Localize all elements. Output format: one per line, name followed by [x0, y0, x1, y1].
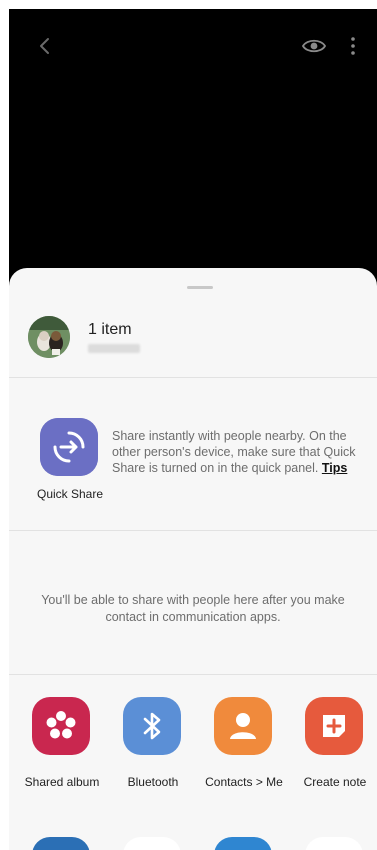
app-contacts-me[interactable]: Contacts > Me — [202, 697, 286, 807]
quick-share-description: Share instantly with people nearby. On t… — [112, 428, 368, 476]
app-label: Contacts > Me — [205, 775, 283, 789]
drag-handle[interactable] — [187, 286, 213, 289]
app-label: Shared album — [24, 775, 100, 789]
app-partial-icon[interactable] — [214, 837, 272, 850]
contacts-empty-message: You'll be able to share with people here… — [41, 593, 345, 624]
share-apps-grid: Shared album Bluetooth Contacts > Me Cre… — [9, 697, 377, 850]
quick-share-button[interactable] — [40, 418, 98, 476]
app-bluetooth[interactable]: Bluetooth — [111, 697, 195, 807]
divider — [9, 530, 377, 531]
app-partial-icon[interactable] — [32, 837, 90, 850]
bluetooth-icon — [123, 697, 181, 755]
flower-icon — [32, 697, 90, 755]
item-size-redacted — [88, 344, 140, 353]
tips-link[interactable]: Tips — [322, 461, 347, 475]
app-shared-album[interactable]: Shared album — [20, 697, 104, 807]
divider — [9, 377, 377, 378]
share-sheet: 1 item Quick Share Share instantly with … — [9, 268, 377, 850]
app-label: Bluetooth — [127, 775, 179, 789]
eye-icon[interactable] — [302, 37, 326, 55]
quick-share-label: Quick Share — [36, 487, 104, 501]
quick-share-description-text: Share instantly with people nearby. On t… — [112, 429, 356, 475]
item-thumbnail — [28, 316, 70, 358]
divider — [9, 674, 377, 675]
item-count-title: 1 item — [88, 321, 132, 338]
quick-share-icon — [40, 418, 98, 476]
app-create-note[interactable]: Create note — [293, 697, 377, 807]
person-icon — [214, 697, 272, 755]
app-partial-icon[interactable] — [123, 837, 181, 850]
back-icon[interactable] — [35, 36, 55, 56]
share-screen: 1 item Quick Share Share instantly with … — [0, 0, 377, 850]
app-partial-icon[interactable] — [305, 837, 363, 850]
more-vert-icon[interactable] — [345, 35, 361, 57]
note-add-icon — [305, 697, 363, 755]
app-label: Create note — [303, 775, 367, 789]
shared-item-row: 1 item — [9, 308, 377, 372]
